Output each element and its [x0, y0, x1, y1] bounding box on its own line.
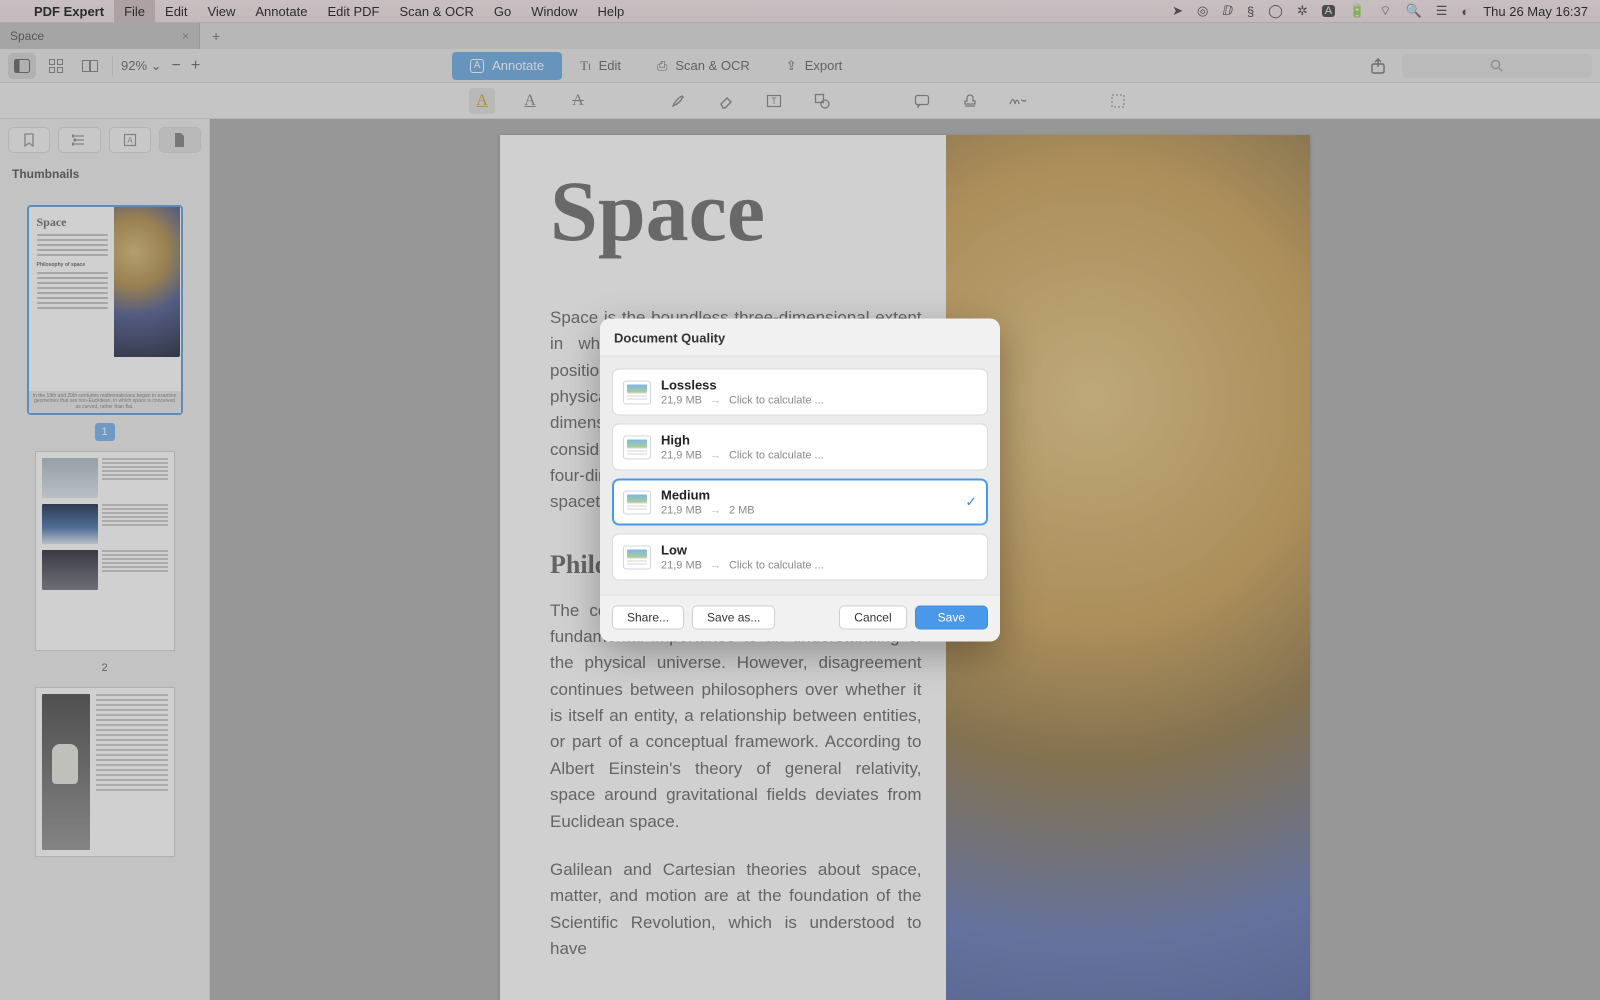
quality-size: 21,9 MB: [661, 505, 702, 517]
dialog-body: Lossless 21,9 MB → Click to calculate ..…: [600, 356, 1000, 596]
quality-name: Low: [661, 543, 824, 558]
quality-target: Click to calculate ...: [729, 560, 824, 572]
quality-option-high[interactable]: High 21,9 MB → Click to calculate ...: [612, 424, 988, 471]
arrow-icon: →: [710, 505, 721, 517]
quality-target: Click to calculate ...: [729, 450, 824, 462]
quality-thumb-icon: [623, 490, 651, 514]
dialog-title: Document Quality: [600, 319, 1000, 356]
quality-size: 21,9 MB: [661, 560, 702, 572]
share-button[interactable]: Share...: [612, 606, 684, 630]
quality-size: 21,9 MB: [661, 395, 702, 407]
quality-option-lossless[interactable]: Lossless 21,9 MB → Click to calculate ..…: [612, 369, 988, 416]
document-quality-dialog: Document Quality Lossless 21,9 MB → Clic…: [600, 319, 1000, 642]
quality-thumb-icon: [623, 545, 651, 569]
quality-target: 2 MB: [729, 505, 755, 517]
quality-name: Medium: [661, 488, 755, 503]
save-as-button[interactable]: Save as...: [692, 606, 775, 630]
arrow-icon: →: [710, 395, 721, 407]
save-button[interactable]: Save: [915, 606, 988, 630]
cancel-button[interactable]: Cancel: [839, 606, 906, 630]
quality-size: 21,9 MB: [661, 450, 702, 462]
quality-name: High: [661, 433, 824, 448]
quality-thumb-icon: [623, 380, 651, 404]
checkmark-icon: ✓: [965, 494, 977, 511]
quality-name: Lossless: [661, 378, 824, 393]
quality-target: Click to calculate ...: [729, 395, 824, 407]
quality-option-medium[interactable]: Medium 21,9 MB → 2 MB ✓: [612, 479, 988, 526]
quality-option-low[interactable]: Low 21,9 MB → Click to calculate ...: [612, 534, 988, 581]
dialog-footer: Share... Save as... Cancel Save: [600, 596, 1000, 642]
arrow-icon: →: [710, 560, 721, 572]
quality-thumb-icon: [623, 435, 651, 459]
arrow-icon: →: [710, 450, 721, 462]
